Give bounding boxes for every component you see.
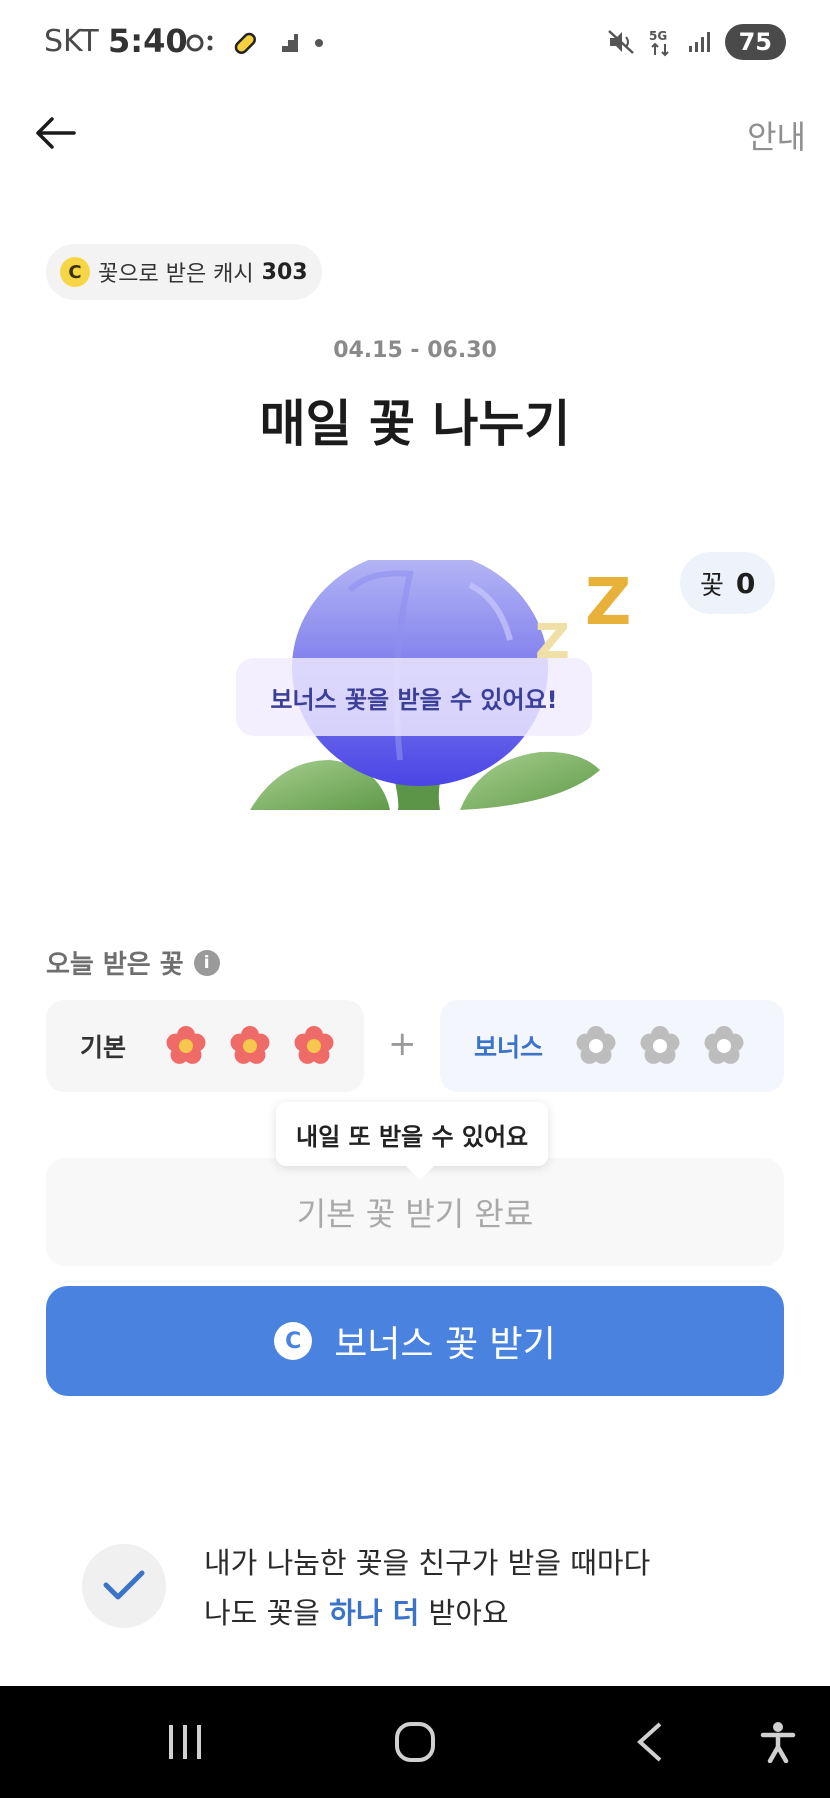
basic-flower-filled-icon: [294, 1026, 334, 1064]
today-received-label: 오늘 받은 꽃: [46, 950, 184, 980]
note-highlight: 하나 더: [329, 1596, 420, 1630]
bonus-flowers-card: 보너스: [440, 1000, 784, 1092]
note-suffix: 받아요: [419, 1596, 509, 1630]
z-large: Z: [585, 566, 631, 640]
bonus-flower-icons: [574, 1024, 746, 1068]
guide-link[interactable]: 안내: [747, 112, 806, 158]
home-button[interactable]: [380, 1686, 450, 1798]
accessibility-button[interactable]: [748, 1686, 808, 1798]
event-period: 04.15 - 06.30: [333, 338, 497, 363]
recent-apps-icon: [169, 1725, 201, 1759]
network-5g-icon: 5G: [649, 29, 669, 57]
flower-count-value: 0: [735, 566, 756, 600]
basic-flowers-card: 기본: [46, 1000, 364, 1092]
coin-icon: C: [60, 257, 90, 287]
carrier-name: SKT: [44, 24, 99, 59]
coin-icon: C: [274, 1322, 313, 1360]
accessibility-icon: [760, 1722, 796, 1763]
checkmark-icon: [103, 1570, 145, 1600]
info-icon[interactable]: i: [193, 949, 220, 976]
recent-apps-button[interactable]: [150, 1686, 220, 1798]
get-bonus-label: 보너스 꽃 받기: [334, 1324, 556, 1365]
dot-icon: [315, 39, 323, 47]
bonus-label: 보너스: [474, 1033, 544, 1062]
basic-flower-icons: [164, 1024, 336, 1068]
bonus-flower-empty-icon: [704, 1026, 744, 1064]
pill-icon: [234, 32, 256, 54]
clock-time: 5:40: [108, 22, 188, 60]
flower-count-chip: 꽃 0: [680, 552, 776, 614]
get-bonus-flower-button[interactable]: C 보너스 꽃 받기: [46, 1286, 784, 1396]
basic-flower-filled-icon: [166, 1026, 206, 1064]
arrow-left-icon: [36, 117, 76, 149]
system-icons: 5G 75: [607, 24, 786, 60]
notification-icons: [186, 28, 324, 58]
system-navigation-bar: [0, 1686, 830, 1798]
bonus-flower-empty-icon: [576, 1026, 616, 1064]
flower-count-label: 꽃: [700, 570, 724, 601]
cash-label: 꽃으로 받은 캐시: [98, 262, 254, 287]
basic-label: 기본: [80, 1033, 127, 1062]
share-bonus-note: 내가 나눔한 꽃을 친구가 받을 때마다 나도 꽃을 하나 더 받아요: [204, 1538, 650, 1638]
today-received-heading: 오늘 받은 꽃 i: [46, 944, 220, 981]
sleeping-z-icon: Z Z: [535, 566, 631, 666]
back-chevron-icon: [637, 1722, 662, 1762]
back-nav-button[interactable]: [620, 1686, 680, 1798]
mute-icon: [607, 30, 634, 54]
tomorrow-tooltip: 내일 또 받을 수 있어요: [276, 1102, 549, 1166]
check-toggle[interactable]: [82, 1544, 166, 1628]
note-line-1: 내가 나눔한 꽃을 친구가 받을 때마다: [204, 1546, 651, 1580]
note-prefix: 나도 꽃을: [204, 1596, 330, 1630]
cash-value: 303: [261, 259, 308, 285]
signal-icon: [688, 32, 710, 52]
battery-level: 75: [724, 24, 786, 60]
record-icon: [186, 34, 213, 52]
back-button[interactable]: [30, 108, 80, 158]
bonus-flower-empty-icon: [640, 1026, 680, 1064]
svg-text:5G: 5G: [649, 29, 667, 43]
status-bar: SKT 5:40 5G 75: [0, 0, 830, 86]
basic-flower-filled-icon: [230, 1026, 270, 1064]
note-line-2: 나도 꽃을 하나 더 받아요: [204, 1588, 650, 1638]
bonus-available-bubble: 보너스 꽃을 받을 수 있어요!: [236, 658, 592, 736]
stairs-icon: [276, 34, 298, 52]
page-title: 매일 꽃 나누기: [259, 395, 571, 453]
cash-earned-chip[interactable]: C 꽃으로 받은 캐시 303: [46, 244, 322, 300]
plus-sign: +: [388, 1024, 417, 1064]
home-icon: [395, 1722, 435, 1762]
